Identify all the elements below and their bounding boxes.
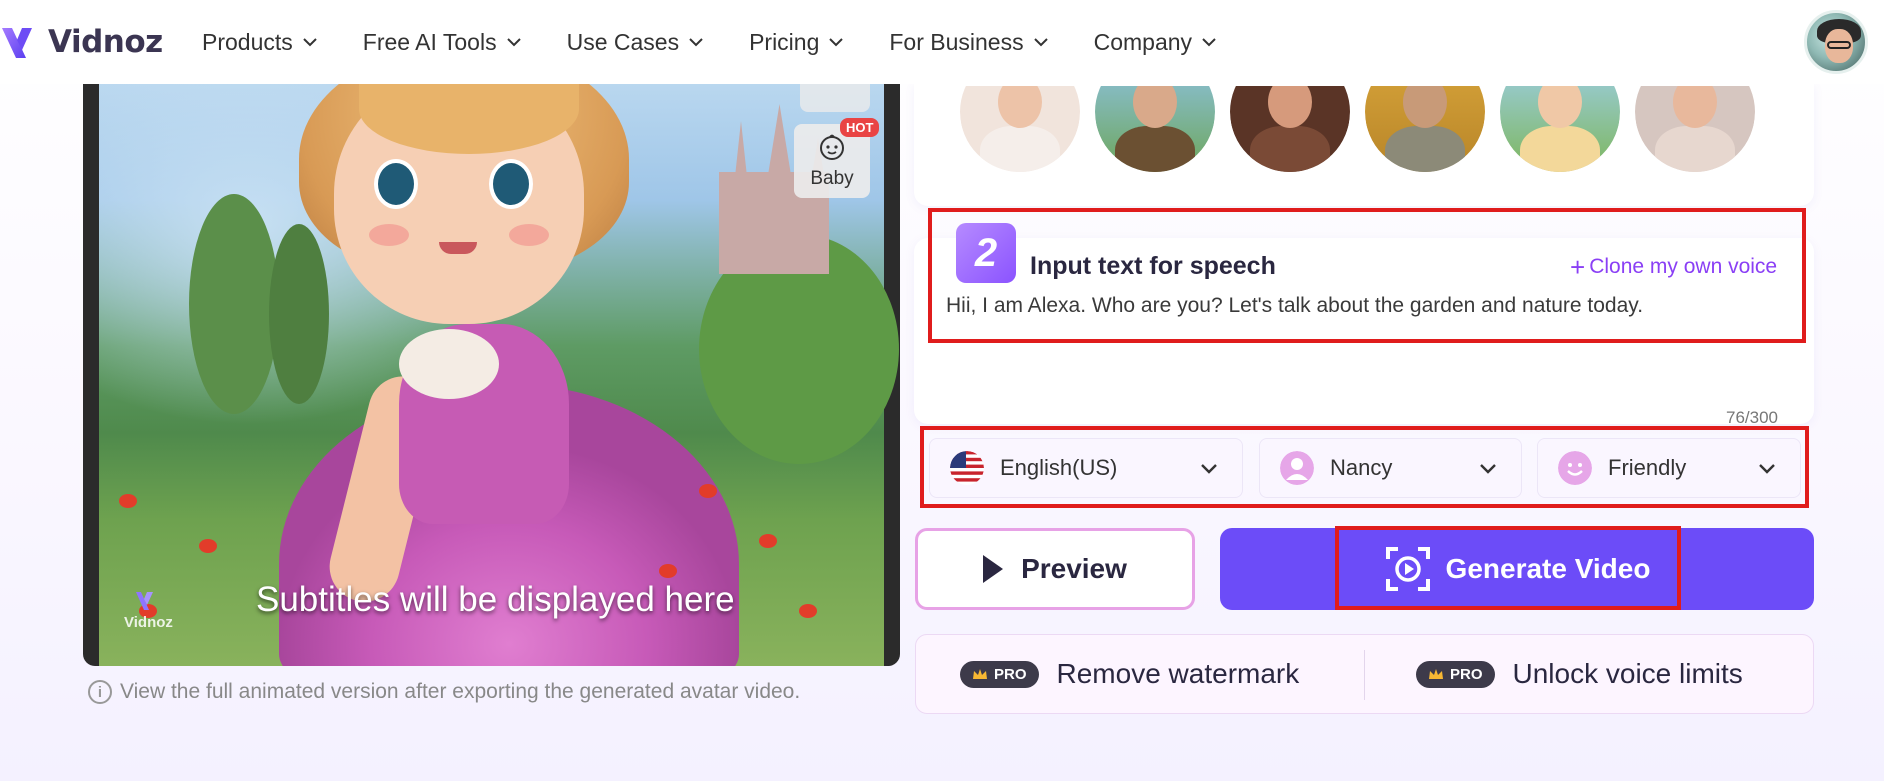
export-note: i View the full animated version after e… [88,680,800,704]
vidnoz-logo[interactable]: Vidnoz [0,20,163,64]
chevron-down-icon [506,38,521,47]
chevron-down-icon [689,38,703,47]
top-navbar: Vidnoz Products Free AI Tools Use Cases … [0,0,1884,84]
play-icon [983,555,1004,583]
baby-badge-label: Baby [810,168,854,189]
style-select[interactable]: Friendly [1537,438,1801,498]
video-preview [83,84,900,666]
info-icon: i [88,680,112,704]
pro-badge: PRO [960,660,1039,688]
clone-voice-link[interactable]: + Clone my own voice [1570,254,1777,280]
style-value: Friendly [1608,455,1687,480]
nav-pricing[interactable]: Pricing [749,29,845,56]
step-number: 2 [956,223,1016,283]
hot-badge: HOT [840,118,880,137]
chevron-down-icon [829,38,844,47]
preview-button[interactable]: Preview [915,528,1195,610]
nav-label: Use Cases [566,28,680,55]
nav-label: Company [1093,28,1193,55]
avatar-body [1655,126,1735,172]
nav-free-ai-tools[interactable]: Free AI Tools [363,29,523,56]
plus-icon: + [1570,252,1586,282]
avatar-glasses [1827,41,1851,49]
avatar-body [1250,126,1330,172]
pro-badge: PRO [1416,660,1495,688]
nav-products[interactable]: Products [202,29,319,56]
remove-watermark-button[interactable]: PRO Remove watermark [960,634,1299,714]
chevron-down-icon [1201,464,1217,474]
badge-top-edge [800,84,870,112]
smiley-icon [1558,451,1592,485]
user-avatar[interactable] [1804,10,1868,74]
voice-value: Nancy [1330,455,1393,480]
crown-icon [973,669,987,679]
sleeve [399,329,499,399]
flower [119,494,137,508]
flower [199,539,217,553]
unlock-voice-limits-button[interactable]: PRO Unlock voice limits [1416,634,1743,714]
avatar-body [1520,126,1600,172]
nav-company[interactable]: Company [1094,29,1218,56]
main-nav: Products Free AI Tools Use Cases Pricing… [202,0,1262,84]
unlock-voice-label: Unlock voice limits [1512,658,1743,689]
us-flag-icon [950,451,984,485]
avatar-body [980,126,1060,172]
chevron-down-icon [1033,38,1048,47]
nav-label: Products [202,28,293,55]
flower [699,484,717,498]
nav-label: Pricing [749,28,820,55]
generate-label: Generate Video [1445,553,1651,584]
clone-voice-label: Clone my own voice [1589,255,1778,278]
nav-for-business[interactable]: For Business [889,29,1049,56]
flower [759,534,777,548]
speech-title: Input text for speech [1030,252,1276,280]
crown-icon [1429,669,1443,679]
language-select[interactable]: English(US) [929,438,1243,498]
eye [374,159,418,209]
language-value: English(US) [1000,455,1118,480]
cheek [509,224,549,246]
voice-select[interactable]: Nancy [1259,438,1522,498]
char-counter: 76/300 [1726,408,1778,427]
avatar-body [1115,126,1195,172]
flower [799,604,817,618]
cheek [369,224,409,246]
chevron-down-icon [1480,464,1496,474]
preview-scene-image [99,84,899,666]
watermark-logo-icon [136,592,154,610]
chevron-down-icon [1202,38,1216,47]
watermark: Vidnoz [124,588,173,631]
chevron-down-icon [303,38,317,47]
user-icon [1280,451,1314,485]
logo-text: Vidnoz [48,24,163,60]
mouth [439,242,477,254]
export-note-text: View the full animated version after exp… [120,680,801,703]
divider [1364,650,1365,700]
avatar-body [1385,126,1465,172]
speech-text-input[interactable]: Hii, I am Alexa. Who are you? Let's talk… [946,294,1766,318]
tree [269,224,329,404]
video-frame-icon [1385,547,1430,591]
nav-use-cases[interactable]: Use Cases [567,29,705,56]
baby-face-icon [820,134,844,160]
nav-label: Free AI Tools [362,28,497,55]
tree [189,194,279,414]
generate-video-button[interactable]: Generate Video [1220,528,1814,610]
logo-mark-icon [2,28,32,58]
remove-watermark-label: Remove watermark [1056,658,1300,689]
flower [659,564,677,578]
nav-label: For Business [889,28,1024,55]
pro-badge-label: PRO [994,665,1027,683]
eye [489,159,533,209]
watermark-text: Vidnoz [124,614,173,631]
subtitle-placeholder: Subtitles will be displayed here [256,580,735,619]
pro-badge-label: PRO [1450,665,1483,683]
preview-label: Preview [1021,553,1127,584]
chevron-down-icon [1759,464,1775,474]
